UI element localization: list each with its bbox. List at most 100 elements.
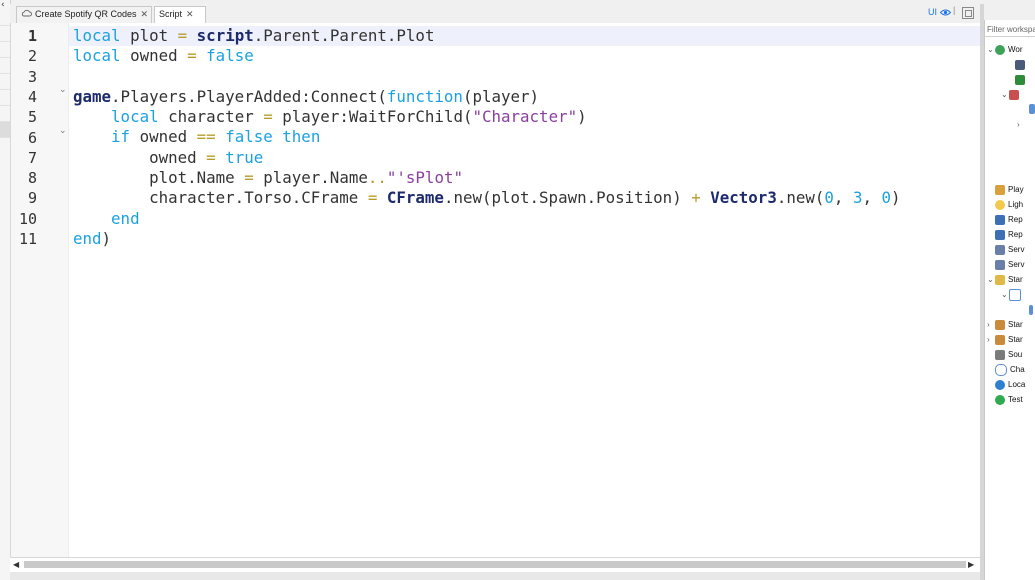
- chevron-down-icon[interactable]: ⌄: [1001, 87, 1009, 102]
- code-token: if: [111, 127, 131, 147]
- players-icon: [995, 184, 1005, 195]
- server-icon: [995, 244, 1005, 255]
- tree-item-terrain[interactable]: [1015, 72, 1028, 87]
- code-line[interactable]: plot.Name = player.Name.."'sPlot": [73, 168, 901, 188]
- camera-icon: [1015, 59, 1025, 70]
- chevron-down-icon[interactable]: ⌄: [1001, 287, 1009, 302]
- ui-toggle-button[interactable]: UI: [928, 7, 951, 17]
- code-token: "'sPlot": [386, 168, 463, 188]
- code-token: player.Name: [253, 168, 368, 188]
- code-token: ==: [196, 127, 216, 147]
- chevron-left-icon[interactable]: ‹: [0, 0, 10, 10]
- tree-item-starter-pack[interactable]: › Star: [987, 317, 1023, 332]
- lightbulb-icon: [995, 199, 1005, 210]
- code-line[interactable]: [73, 67, 901, 87]
- code-token: .new(plot.Spawn.Position): [443, 188, 692, 208]
- tree-item-starter-player[interactable]: › Star: [987, 332, 1023, 347]
- player-icon: [995, 334, 1005, 345]
- split-view-icon[interactable]: [962, 7, 974, 21]
- tree-item-server-storage[interactable]: Serv: [987, 257, 1024, 272]
- code-line[interactable]: if owned == false then: [73, 127, 901, 147]
- tree-item-model[interactable]: ⌄: [1001, 87, 1022, 102]
- code-token: =: [263, 107, 273, 127]
- script-editor[interactable]: 1 2 3 4 5 6 7 8 9 10 11 ⌄ ⌄ local plot =…: [10, 23, 981, 557]
- scroll-left-arrow-icon[interactable]: ◀: [13, 560, 19, 569]
- tree-item-server-script-service[interactable]: Serv: [987, 242, 1024, 257]
- tab-script[interactable]: Script ✕: [154, 6, 206, 23]
- left-panel-row: [0, 106, 10, 122]
- fold-chevron-icon[interactable]: ⌄: [59, 85, 67, 95]
- tree-item-lighting[interactable]: Ligh: [987, 197, 1023, 212]
- tab-bar: Create Spotify QR Codes ✕ Script ✕ UI |: [10, 4, 980, 24]
- tree-item-gui-child[interactable]: [1029, 302, 1035, 317]
- line-number: 9: [27, 189, 37, 208]
- tree-item-screen-gui[interactable]: ⌄: [1001, 287, 1024, 302]
- code-token: =: [244, 168, 254, 188]
- line-number: 7: [27, 148, 37, 167]
- chevron-down-icon[interactable]: ⌄: [987, 42, 995, 57]
- chevron-down-icon[interactable]: ⌄: [987, 272, 995, 287]
- model-icon: [1009, 89, 1019, 100]
- code-line[interactable]: local owned = false: [73, 46, 901, 66]
- code-token: end: [111, 208, 140, 228]
- code-text[interactable]: local plot = script.Parent.Parent.Plot lo…: [73, 26, 901, 249]
- code-token: Vector3: [710, 188, 777, 208]
- cloud-icon: [21, 7, 32, 22]
- ui-label: UI: [928, 7, 937, 17]
- code-token: end: [73, 228, 102, 248]
- scrollbar-thumb[interactable]: [24, 561, 966, 568]
- globe-icon: [995, 379, 1005, 390]
- code-line[interactable]: end): [73, 229, 901, 249]
- tree-item-chat[interactable]: Cha: [987, 362, 1025, 377]
- code-token: ..: [367, 168, 387, 188]
- code-line[interactable]: game.Players.PlayerAdded:Connect(functio…: [73, 87, 901, 107]
- code-token: function: [386, 86, 463, 106]
- code-line[interactable]: local character = player:WaitForChild("C…: [73, 107, 901, 127]
- code-line[interactable]: end: [73, 209, 901, 229]
- code-line[interactable]: local plot = script.Parent.Parent.Plot: [73, 26, 901, 46]
- chevron-right-icon[interactable]: ›: [987, 332, 995, 347]
- code-token: 0: [824, 188, 834, 208]
- tree-item-child[interactable]: ›: [1017, 117, 1025, 132]
- line-number: 10: [18, 209, 37, 228]
- code-line[interactable]: character.Torso.CFrame = CFrame.new(plot…: [73, 188, 900, 208]
- tree-item-script-selected[interactable]: [1029, 101, 1035, 116]
- line-number: 2: [27, 47, 37, 66]
- code-token: game: [73, 86, 112, 106]
- tree-item-camera[interactable]: [1015, 57, 1028, 72]
- tree-item-localization-service[interactable]: Loca: [987, 377, 1025, 392]
- code-token: local: [111, 107, 159, 127]
- code-line[interactable]: owned = true: [73, 148, 901, 168]
- tree-item-workspace[interactable]: ⌄ Wor: [987, 42, 1023, 57]
- line-number: 5: [27, 108, 37, 127]
- tree-item-players[interactable]: Play: [987, 182, 1024, 197]
- close-icon[interactable]: ✕: [186, 9, 194, 19]
- fold-chevron-icon[interactable]: ⌄: [59, 126, 67, 136]
- chevron-right-icon[interactable]: ›: [987, 317, 995, 332]
- tab-create-spotify-qr-codes[interactable]: Create Spotify QR Codes ✕: [16, 6, 152, 23]
- left-panel-row-selected: [0, 122, 10, 138]
- line-number: 6: [27, 128, 37, 147]
- tree-item-starter-gui[interactable]: ⌄ Star: [987, 272, 1023, 287]
- toolbar-separator: |: [953, 5, 956, 15]
- tree-item-replicated-first[interactable]: Rep: [987, 212, 1023, 227]
- tree-item-test-service[interactable]: Test: [987, 392, 1023, 407]
- chevron-right-icon[interactable]: ›: [1017, 117, 1025, 132]
- code-token: local: [73, 26, 121, 45]
- scroll-right-arrow-icon[interactable]: ▶: [968, 560, 974, 569]
- chat-icon: [995, 363, 1007, 376]
- close-icon[interactable]: ✕: [141, 9, 149, 19]
- code-token: CFrame: [386, 188, 444, 208]
- tree-item-sound-service[interactable]: Sou: [987, 347, 1022, 362]
- code-token: =: [367, 188, 378, 208]
- code-token: plot.Name: [73, 168, 245, 188]
- horizontal-scrollbar[interactable]: ◀ ▶: [10, 557, 980, 573]
- tree-item-replicated-storage[interactable]: Rep: [987, 227, 1023, 242]
- explorer-filter-input[interactable]: Filter workspace: [985, 22, 1035, 37]
